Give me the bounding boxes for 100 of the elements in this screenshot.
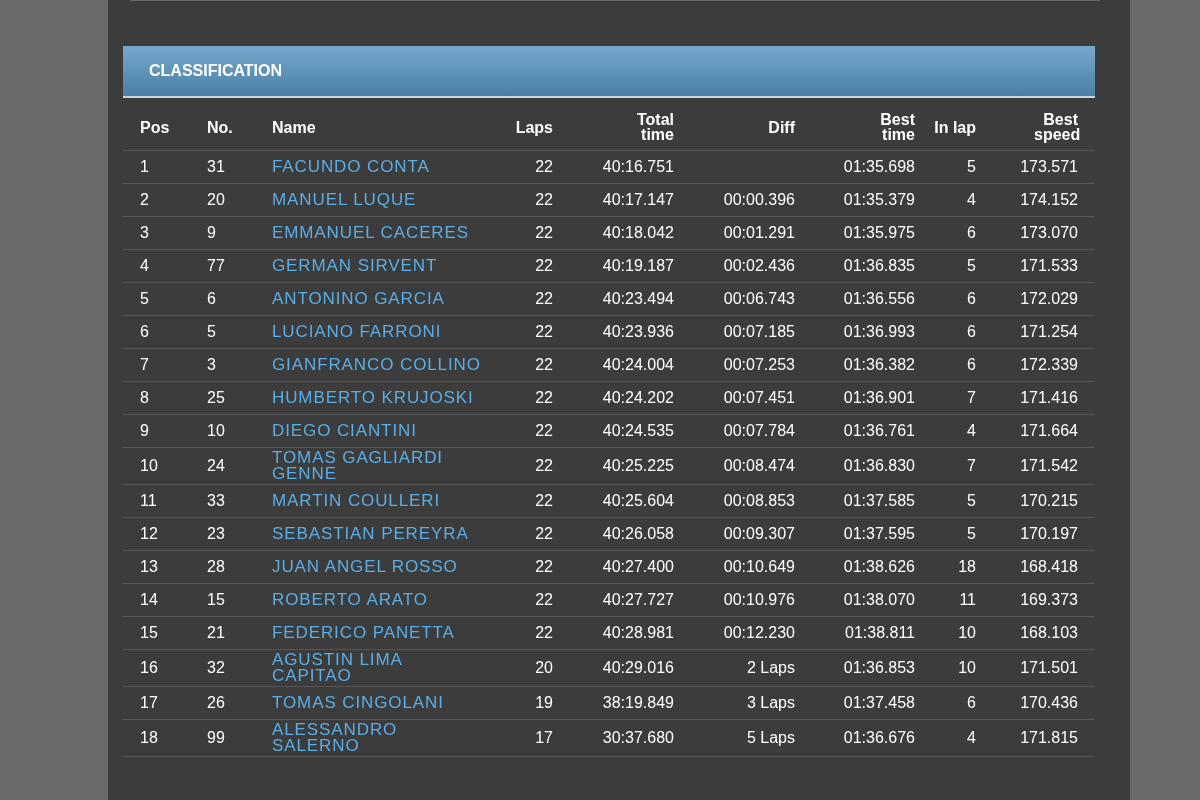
driver-name-link[interactable]: TOMAS CINGOLANI bbox=[272, 695, 444, 711]
table-cell: 01:35.379 bbox=[843, 191, 915, 209]
table-cell: 13 bbox=[140, 558, 158, 576]
table-cell: 173.571 bbox=[1020, 158, 1078, 176]
driver-name-link[interactable]: GERMAN SIRVENT bbox=[272, 258, 438, 274]
table-cell: 22 bbox=[535, 158, 553, 176]
table-cell: 9 bbox=[140, 422, 149, 440]
table-cell: 40:26.058 bbox=[602, 525, 674, 543]
table-cell: 77 bbox=[207, 257, 225, 275]
driver-name-link[interactable]: SEBASTIAN PEREYRA bbox=[272, 526, 469, 542]
table-cell: 01:36.556 bbox=[843, 290, 915, 308]
table-cell: 22 bbox=[535, 191, 553, 209]
table-cell: 4 bbox=[140, 257, 149, 275]
table-cell: 22 bbox=[535, 492, 553, 510]
table-cell: 40:27.727 bbox=[602, 591, 674, 609]
table-cell: 1 bbox=[140, 158, 149, 176]
table-cell: 00:08.474 bbox=[723, 457, 795, 475]
table-cell: 01:36.830 bbox=[843, 457, 915, 475]
table-cell: 171.501 bbox=[1020, 659, 1078, 677]
table-cell: 173.070 bbox=[1020, 224, 1078, 242]
table-cell: 6 bbox=[140, 323, 149, 341]
column-header: Name bbox=[272, 119, 316, 135]
table-cell: 01:35.698 bbox=[843, 158, 915, 176]
table-cell: 17 bbox=[140, 694, 158, 712]
table-cell: 01:36.993 bbox=[843, 323, 915, 341]
table-cell: 171.664 bbox=[1020, 422, 1078, 440]
column-header: No. bbox=[207, 119, 233, 135]
table-cell: 01:37.585 bbox=[843, 492, 915, 510]
driver-name-link[interactable]: ANTONINO GARCIA bbox=[272, 291, 445, 307]
column-header: Best speed bbox=[1034, 112, 1078, 142]
panel-title: CLASSIFICATION bbox=[149, 62, 283, 80]
table-cell: 01:36.382 bbox=[843, 356, 915, 374]
table-cell: 11 bbox=[959, 591, 976, 609]
table-cell: 01:36.901 bbox=[843, 389, 915, 407]
driver-name-link[interactable]: ROBERTO ARATO bbox=[272, 592, 428, 608]
table-cell: 99 bbox=[207, 729, 225, 747]
table-cell: 22 bbox=[535, 290, 553, 308]
table-cell: 40:17.147 bbox=[602, 191, 674, 209]
table-cell: 2 bbox=[140, 191, 149, 209]
table-cell: 7 bbox=[967, 457, 976, 475]
table-cell: 00:09.307 bbox=[723, 525, 795, 543]
driver-name-link[interactable]: DIEGO CIANTINI bbox=[272, 423, 417, 439]
table-cell: 10 bbox=[958, 624, 976, 642]
table-cell: 22 bbox=[535, 323, 553, 341]
table-cell: 01:38.811 bbox=[845, 624, 915, 642]
table-cell: 00:10.976 bbox=[723, 591, 795, 609]
table-cell: 5 bbox=[207, 323, 216, 341]
driver-name-link[interactable]: FACUNDO CONTA bbox=[272, 159, 430, 175]
table-cell: 12 bbox=[140, 525, 158, 543]
table-cell: 28 bbox=[207, 558, 225, 576]
table-cell: 16 bbox=[140, 659, 158, 677]
driver-name-link[interactable]: LUCIANO FARRONI bbox=[272, 324, 442, 340]
table-cell: 01:37.595 bbox=[843, 525, 915, 543]
table-cell: 01:35.975 bbox=[843, 224, 915, 242]
table-cell: 18 bbox=[140, 729, 158, 747]
driver-name-link[interactable]: TOMAS GAGLIARDI GENNE bbox=[272, 450, 484, 482]
table-cell: 40:28.981 bbox=[602, 624, 674, 642]
table-cell: 22 bbox=[535, 558, 553, 576]
table-cell: 171.254 bbox=[1020, 323, 1078, 341]
table-cell: 15 bbox=[140, 624, 158, 642]
driver-name-link[interactable]: HUMBERTO KRUJOSKI bbox=[272, 390, 474, 406]
table-cell: 00:07.784 bbox=[723, 422, 795, 440]
table-cell: 6 bbox=[967, 323, 976, 341]
table-cell: 40:16.751 bbox=[602, 158, 674, 176]
table-cell: 22 bbox=[535, 257, 553, 275]
column-header: Best time bbox=[879, 112, 915, 142]
table-cell: 40:29.016 bbox=[602, 659, 674, 677]
driver-name-link[interactable]: AGUSTIN LIMA CAPITAO bbox=[272, 652, 484, 684]
table-cell: 00:08.853 bbox=[723, 492, 795, 510]
table-cell: 40:24.004 bbox=[602, 356, 674, 374]
table-cell: 168.103 bbox=[1020, 624, 1078, 642]
table-cell: 00:02.436 bbox=[723, 257, 795, 275]
table-cell: 21 bbox=[207, 624, 225, 642]
table-cell: 5 Laps bbox=[746, 729, 795, 747]
table-cell: 22 bbox=[535, 422, 553, 440]
table-cell: 5 bbox=[967, 525, 976, 543]
table-cell: 10 bbox=[958, 659, 976, 677]
driver-name-link[interactable]: GIANFRANCO COLLINO bbox=[272, 357, 481, 373]
driver-name-link[interactable]: MANUEL LUQUE bbox=[272, 192, 417, 208]
driver-name-link[interactable]: EMMANUEL CACERES bbox=[272, 225, 470, 241]
table-cell: 171.542 bbox=[1020, 457, 1078, 475]
table-cell: 00:00.396 bbox=[723, 191, 795, 209]
table-cell: 01:36.761 bbox=[843, 422, 915, 440]
table-cell: 4 bbox=[967, 422, 976, 440]
driver-name-link[interactable]: FEDERICO PANETTA bbox=[272, 625, 455, 641]
driver-name-link[interactable]: MARTIN COULLERI bbox=[272, 493, 441, 509]
table-cell: 24 bbox=[207, 457, 225, 475]
table-cell: 25 bbox=[207, 389, 225, 407]
table-cell: 00:06.743 bbox=[723, 290, 795, 308]
table-cell: 5 bbox=[967, 492, 976, 510]
table-cell: 01:37.458 bbox=[843, 694, 915, 712]
driver-name-link[interactable]: JUAN ANGEL ROSSO bbox=[272, 559, 458, 575]
table-cell: 20 bbox=[207, 191, 225, 209]
table-cell: 40:24.202 bbox=[602, 389, 674, 407]
table-cell: 169.373 bbox=[1020, 591, 1078, 609]
driver-name-link[interactable]: ALESSANDRO SALERNO bbox=[272, 722, 484, 754]
table-cell: 31 bbox=[207, 158, 225, 176]
table-cell: 01:36.676 bbox=[843, 729, 915, 747]
table-cell: 5 bbox=[967, 257, 976, 275]
table-cell: 22 bbox=[535, 525, 553, 543]
